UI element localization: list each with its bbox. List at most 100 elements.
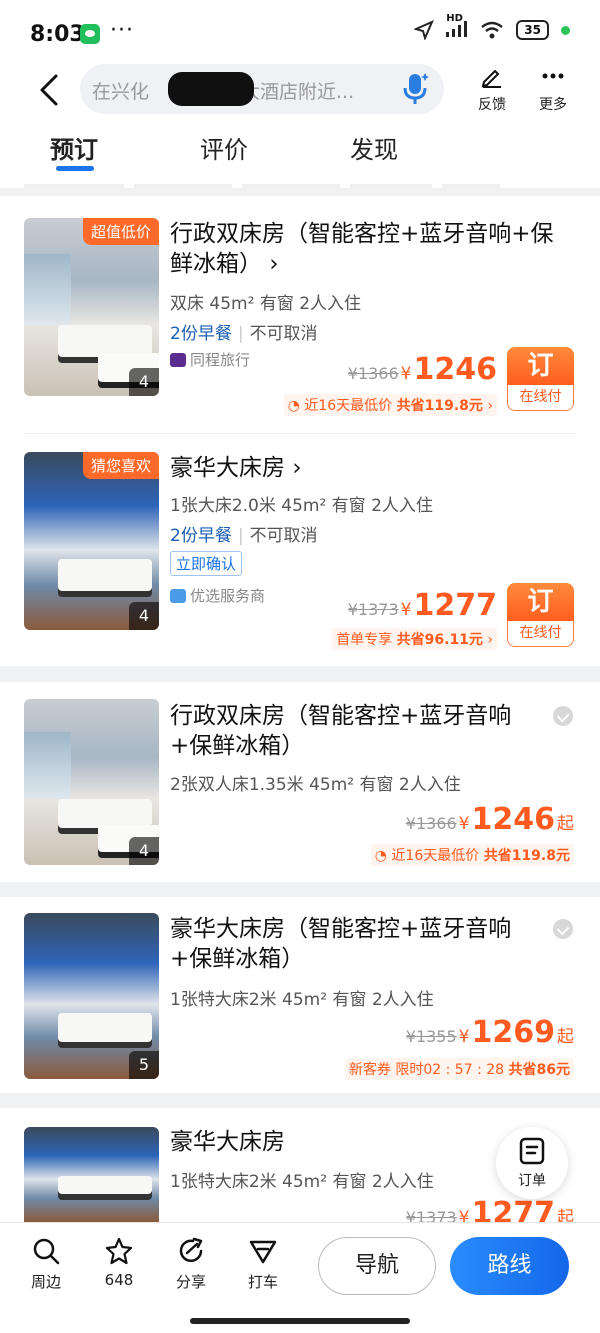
promo-tag[interactable]: ◔ 近16天最低价 共省119.8元 › [283, 394, 497, 416]
room-title-line: +保鲜冰箱） [170, 733, 305, 759]
route-button[interactable]: 路线 [450, 1237, 569, 1295]
navigate-button[interactable]: 导航 [318, 1237, 436, 1295]
original-price: ¥1366 [347, 364, 399, 383]
photo-count: 4 [129, 602, 159, 630]
current-price: 1277 [471, 1196, 556, 1222]
battery-icon: 35 [516, 20, 549, 40]
from-label: 起 [557, 814, 574, 834]
room-photo-bed [57, 558, 153, 591]
room-photo-bed [57, 1012, 153, 1043]
nearby-button[interactable]: 周边 [20, 1237, 72, 1292]
taxi-button[interactable]: 打车 [237, 1237, 289, 1292]
location-arrow-icon [414, 20, 435, 40]
wifi-icon [481, 21, 504, 39]
share-button[interactable]: 分享 [165, 1237, 217, 1292]
room-title[interactable]: 豪华大床房 [170, 1127, 285, 1157]
promo-label: 近16天最低价 [391, 848, 480, 864]
original-price: ¥1373 [347, 600, 399, 619]
meal-policy: 2份早餐 | 不可取消 [170, 526, 318, 546]
filter-chip[interactable] [134, 176, 232, 188]
clock: 8:03 [30, 22, 85, 47]
savings-label: 共省119.8元 [396, 398, 483, 414]
filter-chip[interactable] [350, 176, 432, 188]
room-title[interactable]: 行政双床房（智能客控+蓝牙音响 +保鲜冰箱） [170, 701, 511, 761]
room-photo[interactable] [24, 1127, 159, 1222]
room-title-line: 豪华大床房 [170, 455, 285, 481]
room-title[interactable]: 行政双床房（智能客控+蓝牙音响+保 鲜冰箱） › [170, 219, 554, 279]
room-title-line: +保鲜冰箱） [170, 946, 305, 972]
instant-confirm-tag: 立即确认 [170, 551, 243, 576]
microphone-icon[interactable] [400, 70, 430, 108]
back-arrow-icon[interactable] [34, 72, 64, 108]
from-label: 起 [557, 1027, 574, 1047]
pay-online-label: 在线付 [507, 385, 574, 411]
tab-discover[interactable]: 发现 [350, 130, 398, 165]
vendor: 优选服务商 [170, 585, 265, 606]
book-button[interactable]: 订 在线付 [507, 347, 574, 411]
clock-icon: ◔ [374, 848, 387, 864]
room-title[interactable]: 豪华大床房 › [170, 453, 302, 483]
current-price: 1269 [471, 1015, 556, 1050]
room-photo-bed [57, 324, 153, 357]
room-photo[interactable]: 超值低价 4 [24, 218, 159, 396]
room-title-line: 行政双床房（智能客控+蓝牙音响 [170, 703, 512, 729]
recommend-badge: 猜您喜欢 [82, 452, 159, 479]
room-spec: 1张特大床2米 45m² 有窗 2人入住 [170, 1172, 434, 1192]
active-tab-indicator [56, 166, 94, 171]
photo-count: 4 [129, 368, 159, 396]
room-spec: 双床 45m² 有窗 2人入住 [170, 294, 362, 314]
filter-chip[interactable] [242, 176, 340, 188]
expand-check-icon[interactable] [553, 706, 573, 726]
currency-symbol: ¥ [400, 600, 412, 620]
vendor-name: 优选服务商 [190, 587, 266, 605]
book-label: 订 [507, 347, 574, 385]
current-price: 1277 [413, 588, 498, 623]
currency-symbol: ¥ [458, 1027, 470, 1047]
order-list-icon [519, 1137, 545, 1165]
search-input[interactable]: 在兴化 大酒店附近... [80, 64, 444, 114]
room-photo-bed [57, 798, 153, 829]
nearby-label: 周边 [30, 1273, 61, 1291]
divider [24, 433, 576, 434]
pay-online-label: 在线付 [507, 621, 574, 647]
header: 在兴化 大酒店附近... 反馈 更多 [0, 62, 600, 118]
promo-tag[interactable]: 首单专享 共省96.11元 › [332, 628, 497, 650]
feedback-button[interactable]: 反馈 [467, 64, 517, 114]
book-button[interactable]: 订 在线付 [507, 583, 574, 647]
room-photo[interactable]: 5 [24, 913, 159, 1079]
promo-tag[interactable]: 新客券 限时02 : 57 : 28 共省86元 [344, 1058, 574, 1080]
current-price: 1246 [413, 352, 498, 387]
favorites-count: 648 [104, 1271, 134, 1289]
savings-label: 共省86元 [508, 1062, 570, 1078]
bottom-action-bar: 周边 648 分享 打车 导航 路线 [0, 1222, 600, 1333]
share-icon [179, 1237, 203, 1263]
more-button[interactable]: 更多 [528, 64, 578, 114]
chevron-right-icon: › [269, 251, 279, 277]
network-label: HD [446, 12, 463, 24]
filter-chip[interactable] [24, 176, 124, 188]
room-photo-window [24, 732, 72, 799]
currency-symbol: ¥ [400, 364, 412, 384]
promo-label: 首单专享 [336, 632, 393, 648]
promo-tag[interactable]: ◔ 近16天最低价 共省119.8元 [370, 844, 574, 866]
vendor-logo-icon [170, 353, 186, 367]
filter-chip[interactable] [442, 176, 500, 188]
chevron-right-icon: › [292, 455, 302, 481]
room-photo[interactable]: 猜您喜欢 4 [24, 452, 159, 630]
tab-reviews[interactable]: 评价 [200, 130, 248, 165]
search-suffix: 大酒店附近... [241, 81, 355, 103]
search-prefix: 在兴化 [92, 81, 150, 103]
redaction-mark [168, 72, 254, 106]
expand-check-icon[interactable] [553, 919, 573, 939]
room-photo-window [24, 253, 72, 325]
room-photo[interactable]: 4 [24, 699, 159, 865]
favorite-button[interactable]: 648 [93, 1237, 145, 1289]
tab-booking[interactable]: 预订 [50, 130, 98, 165]
room-title[interactable]: 豪华大床房（智能客控+蓝牙音响 +保鲜冰箱） [170, 914, 511, 974]
room-spec: 1张大床2.0米 45m² 有窗 2人入住 [170, 496, 433, 516]
orders-button[interactable]: 订单 [496, 1127, 568, 1199]
status-bar: 8:03 ··· HD 35 [0, 0, 600, 62]
original-price: ¥1355 [405, 1027, 457, 1046]
pencil-icon [481, 69, 501, 88]
room-title-line: 豪华大床房（智能客控+蓝牙音响 [170, 916, 512, 942]
